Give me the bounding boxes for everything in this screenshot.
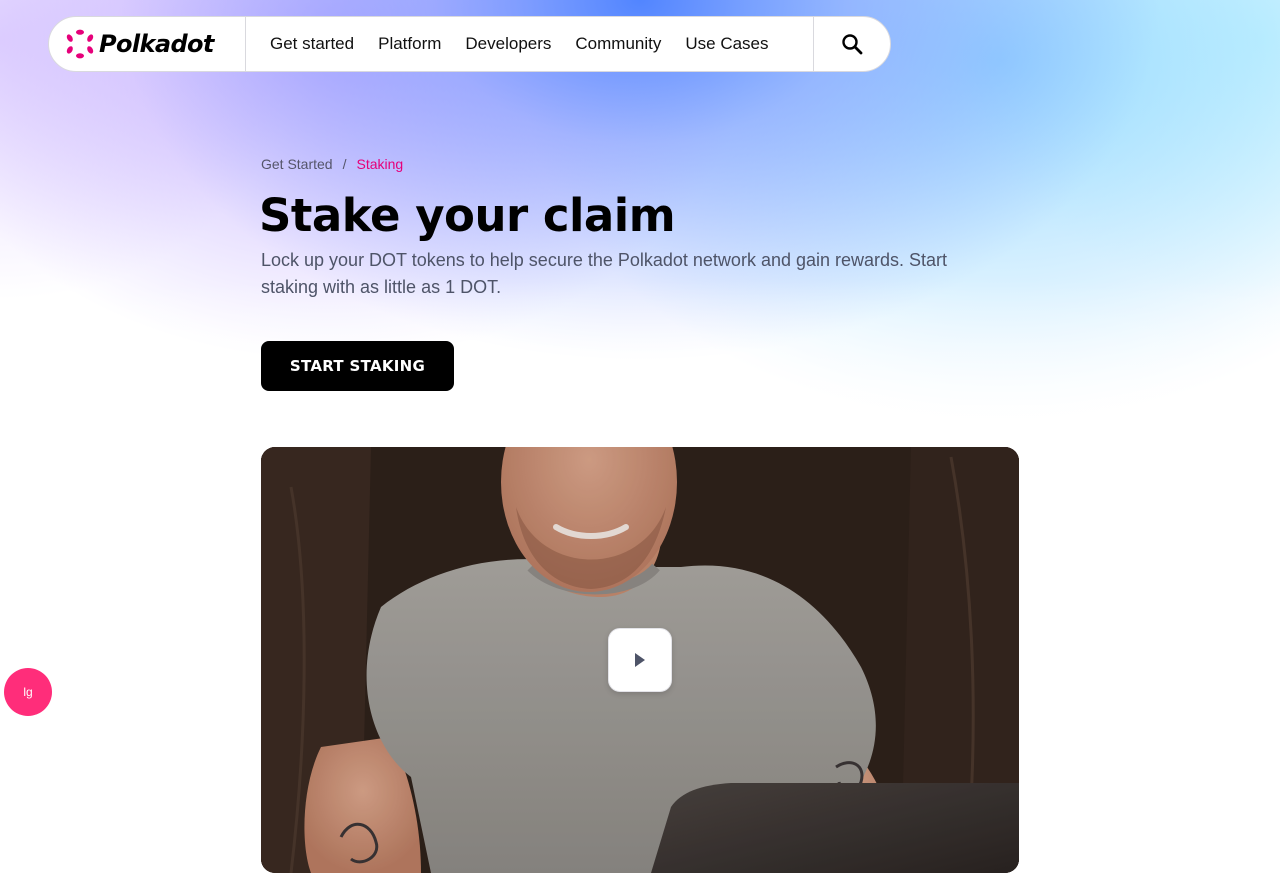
nav-item-get-started[interactable]: Get started	[270, 34, 354, 54]
nav-item-platform[interactable]: Platform	[378, 34, 441, 54]
floating-widget-button[interactable]: lg	[4, 668, 52, 716]
search-button[interactable]	[814, 17, 890, 71]
play-icon	[635, 653, 645, 667]
nav-item-community[interactable]: Community	[575, 34, 661, 54]
search-icon	[842, 34, 863, 55]
page-subtitle: Lock up your DOT tokens to help secure t…	[261, 250, 948, 297]
polkadot-logo-icon	[66, 29, 94, 59]
video-player[interactable]	[261, 447, 1019, 873]
logo-wordmark: Polkadot	[99, 30, 214, 58]
start-staking-button[interactable]: START STAKING	[261, 341, 454, 391]
breadcrumb-separator: /	[342, 156, 347, 172]
breadcrumb-get-started[interactable]: Get Started	[261, 156, 333, 172]
breadcrumb-current: Staking	[356, 156, 404, 172]
main-navigation: Polkadot Get started Platform Developers…	[48, 16, 891, 72]
page-title: Stake your claim	[259, 189, 676, 242]
breadcrumb: Get Started / Staking	[261, 156, 403, 172]
logo[interactable]: Polkadot	[49, 17, 246, 71]
nav-item-developers[interactable]: Developers	[465, 34, 551, 54]
nav-item-use-cases[interactable]: Use Cases	[685, 34, 768, 54]
nav-menu: Get started Platform Developers Communit…	[246, 17, 814, 71]
play-button[interactable]	[608, 628, 672, 692]
